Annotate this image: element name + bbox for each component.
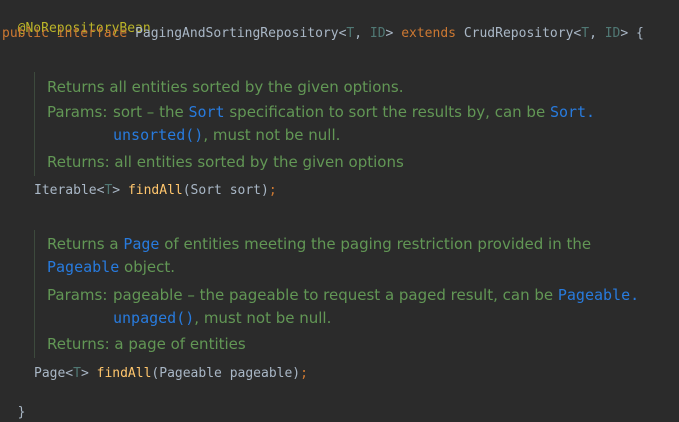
method-findall-sort-line[interactable]: Iterable<T> findAll(Sort sort); xyxy=(34,182,277,200)
annotation-line[interactable]: @NoRepositoryBean xyxy=(2,2,151,36)
parent-type-param-id: ID xyxy=(604,26,621,41)
javadoc-block-findall-pageable[interactable]: Returns a Page of entities meeting the p… xyxy=(34,230,655,358)
javadoc-param-sort: sort – the Sort specification to sort th… xyxy=(113,103,596,121)
javadoc-block-findall-sort[interactable]: Returns all entities sorted by the given… xyxy=(34,72,635,176)
return-type-close: > xyxy=(112,183,128,198)
interface-name: PagingAndSortingRepository< xyxy=(135,26,347,41)
javadoc-summary-cont: Pageable object. xyxy=(47,258,176,276)
method-args: (Pageable pageable) xyxy=(151,366,301,381)
javadoc-param-pageable-cont: unpaged(), must not be null. xyxy=(113,309,332,327)
semicolon: ; xyxy=(268,183,277,198)
code-link-sort[interactable]: Sort xyxy=(188,103,224,121)
method-findall-pageable-line[interactable]: Page<T> findAll(Pageable pageable); xyxy=(34,365,308,383)
close-brace-line[interactable]: } xyxy=(2,386,26,420)
keyword-extends: extends xyxy=(401,26,456,41)
parent-type-param-t: T xyxy=(581,26,590,41)
method-name: findAll xyxy=(96,366,152,381)
parent-interface-name: CrudRepository< xyxy=(463,26,582,41)
code-link-pageable[interactable]: Pageable xyxy=(47,258,119,276)
code-link-pageable-class[interactable]: Pageable. xyxy=(558,286,639,304)
javadoc-returns: Returns: all entities sorted by the give… xyxy=(47,153,404,171)
return-type: Page< xyxy=(34,366,74,381)
javadoc-params-label: Params: xyxy=(47,103,108,121)
code-link-unpaged[interactable]: unpaged() xyxy=(113,309,194,327)
return-type-param: T xyxy=(73,366,81,381)
javadoc-params-label: Params: xyxy=(47,286,108,304)
method-args: (Sort sort) xyxy=(182,183,269,198)
keyword-interface: interface xyxy=(56,26,128,41)
return-type: Iterable< xyxy=(34,183,105,198)
javadoc-returns: Returns: a page of entities xyxy=(47,335,246,353)
type-param-id: ID xyxy=(369,26,386,41)
interface-declaration-line[interactable]: public interface PagingAndSortingReposit… xyxy=(2,25,644,43)
type-param-close: > xyxy=(385,26,394,41)
javadoc-param-sort-cont: unsorted(), must not be null. xyxy=(113,126,341,144)
javadoc-param-pageable: pageable – the pageable to request a pag… xyxy=(113,286,640,304)
code-link-page[interactable]: Page xyxy=(123,235,159,253)
type-param-separator: , xyxy=(354,26,370,41)
keyword-public: public xyxy=(2,26,49,41)
javadoc-summary: Returns all entities sorted by the given… xyxy=(47,78,404,96)
method-name: findAll xyxy=(127,183,183,198)
return-type-close: > xyxy=(80,366,97,381)
javadoc-summary: Returns a Page of entities meeting the p… xyxy=(47,235,592,253)
code-link-unsorted[interactable]: unsorted() xyxy=(113,126,203,144)
code-link-sort-class[interactable]: Sort. xyxy=(550,103,595,121)
semicolon: ; xyxy=(300,366,308,381)
close-brace: } xyxy=(17,405,26,420)
declaration-open-brace: > { xyxy=(620,26,644,41)
parent-type-param-separator: , xyxy=(589,26,605,41)
